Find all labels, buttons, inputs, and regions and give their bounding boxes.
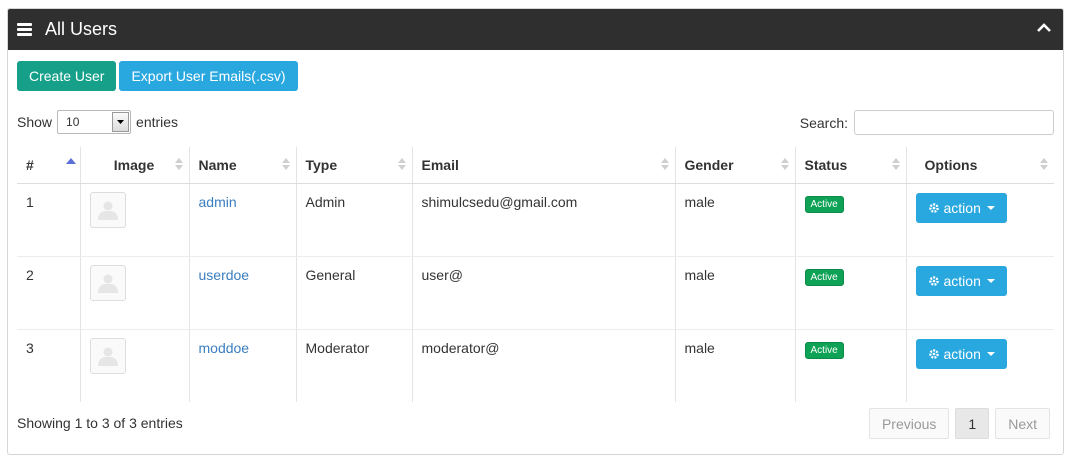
user-placeholder-icon — [89, 337, 126, 374]
table-header-row: # Image Name Type Email Gender Status Op… — [17, 147, 1054, 184]
sort-icon — [891, 158, 900, 172]
export-emails-button[interactable]: Export User Emails(.csv) — [119, 61, 298, 91]
toolbar: Create User Export User Emails(.csv) — [17, 61, 298, 91]
table-row: 1 admin Admin shimulcsedu@gmail.com male… — [17, 183, 1054, 257]
entries-select-value: 10 — [66, 115, 80, 129]
action-label: action — [943, 345, 981, 362]
cell-type: Admin — [295, 183, 412, 257]
sort-icon — [281, 158, 290, 172]
user-placeholder-icon — [89, 191, 126, 228]
cell-email: user@ — [411, 256, 675, 330]
panel-header: All Users — [8, 9, 1063, 50]
sort-icon — [397, 158, 406, 172]
sort-icon — [174, 158, 183, 172]
search-control: Search: — [800, 110, 1054, 135]
caret-down-icon — [986, 278, 995, 283]
cell-image — [79, 183, 189, 257]
table-info: Showing 1 to 3 of 3 entries — [17, 415, 183, 431]
column-header-type[interactable]: Type — [295, 147, 412, 184]
cell-status: Active — [794, 329, 906, 402]
gear-icon — [928, 202, 939, 213]
table-row: 3 moddoe Moderator moderator@ male Activ… — [17, 329, 1054, 402]
action-dropdown-button[interactable]: action — [915, 192, 1007, 223]
cell-status: Active — [794, 183, 906, 257]
search-label: Search: — [799, 114, 848, 131]
search-input[interactable] — [854, 110, 1054, 135]
user-name-link[interactable]: admin — [199, 194, 237, 210]
column-header-options[interactable]: Options — [905, 147, 1054, 184]
panel-title: All Users — [45, 19, 118, 39]
select-arrow-icon — [112, 112, 130, 132]
cell-image — [79, 329, 189, 402]
pagination: Previous 1 Next — [868, 408, 1050, 439]
user-placeholder-icon — [89, 264, 126, 301]
cell-gender: male — [674, 329, 795, 402]
cell-gender: male — [674, 256, 795, 330]
cell-email: moderator@ — [411, 329, 675, 402]
chevron-up-icon[interactable] — [1037, 23, 1051, 32]
gear-icon — [928, 275, 939, 286]
cell-type: General — [295, 256, 412, 330]
column-header-status[interactable]: Status — [794, 147, 906, 184]
cell-options: action — [905, 256, 1054, 330]
sort-icon — [780, 158, 789, 172]
cell-email: shimulcsedu@gmail.com — [411, 183, 675, 257]
sort-icon — [660, 158, 669, 172]
cell-image — [79, 256, 189, 330]
create-user-button[interactable]: Create User — [17, 61, 117, 91]
cell-name: userdoe — [188, 256, 296, 330]
action-label: action — [943, 199, 981, 216]
column-header-number[interactable]: # — [17, 147, 80, 184]
status-badge: Active — [804, 341, 844, 359]
next-page-button[interactable]: Next — [995, 408, 1050, 439]
table-row: 2 userdoe General user@ male Active acti… — [17, 256, 1054, 330]
user-name-link[interactable]: userdoe — [199, 267, 250, 283]
action-label: action — [943, 272, 981, 289]
entries-label: entries — [136, 114, 179, 130]
cell-number: 3 — [26, 339, 34, 356]
show-label: Show — [17, 114, 53, 130]
caret-down-icon — [986, 351, 995, 356]
cell-name: admin — [188, 183, 296, 257]
status-badge: Active — [804, 268, 844, 286]
cell-name: moddoe — [188, 329, 296, 402]
cell-options: action — [905, 183, 1054, 257]
action-dropdown-button[interactable]: action — [915, 338, 1007, 369]
cell-gender: male — [674, 183, 795, 257]
cell-type: Moderator — [295, 329, 412, 402]
column-header-image[interactable]: Image — [79, 147, 189, 184]
previous-page-button[interactable]: Previous — [868, 408, 950, 439]
column-header-email[interactable]: Email — [411, 147, 675, 184]
user-name-link[interactable]: moddoe — [199, 340, 250, 356]
entries-length-control: Show 10 entries — [17, 110, 178, 134]
action-dropdown-button[interactable]: action — [915, 265, 1007, 296]
hamburger-icon[interactable] — [17, 23, 32, 36]
caret-down-icon — [986, 205, 995, 210]
page-1-button[interactable]: 1 — [955, 408, 990, 439]
status-badge: Active — [804, 195, 844, 213]
cell-number: 1 — [17, 183, 80, 257]
cell-number: 2 — [17, 256, 80, 330]
sort-asc-icon — [65, 158, 76, 172]
column-header-name[interactable]: Name — [188, 147, 296, 184]
users-table: # Image Name Type Email Gender Status Op… — [17, 147, 1054, 402]
sort-icon — [1040, 158, 1048, 172]
cell-status: Active — [794, 256, 906, 330]
users-panel: All Users Create User Export User Emails… — [7, 8, 1064, 455]
column-header-gender[interactable]: Gender — [674, 147, 795, 184]
cell-options: action — [905, 329, 1054, 402]
gear-icon — [928, 348, 939, 359]
entries-select[interactable]: 10 — [57, 110, 132, 134]
